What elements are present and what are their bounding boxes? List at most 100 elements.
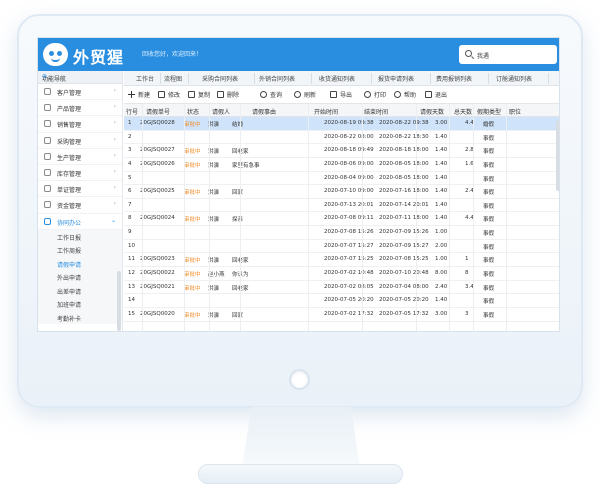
tab-item[interactable]: 采购合同列表 — [202, 74, 238, 83]
column-header[interactable]: 结束时间 — [364, 107, 388, 116]
column-header[interactable]: 请假事由 — [252, 107, 276, 116]
sidebar-item[interactable]: 销售管理 › — [38, 116, 122, 133]
sidebar-scrollbar[interactable] — [117, 271, 121, 331]
column-header[interactable]: 状态 — [187, 107, 199, 116]
table-scrollbar[interactable] — [556, 121, 559, 191]
toolbar-button[interactable]: 复制 — [188, 90, 210, 99]
chevron-right-icon: › — [113, 135, 116, 143]
table-row[interactable]: 15 20GJSQ0020 审批中 洪濞 回家 2020-07-02 17:32 2020-… — [124, 308, 559, 322]
toolbar-button[interactable]: 查询 — [260, 90, 282, 99]
table-row[interactable]: 2 2020-08-22 08:00 2020-08-22 18:30 1.40 事假 — [124, 131, 559, 145]
tab-item[interactable]: 外销合同列表 — [259, 74, 295, 83]
logo-icon — [43, 43, 68, 66]
sidebar-subitem[interactable]: 加班申请 — [38, 297, 122, 311]
table-row[interactable]: 9 2020-07-08 15:26 2020-07-09 15:26 1.00 事假 — [124, 226, 559, 240]
toolbar-button[interactable]: 导出 — [330, 90, 352, 99]
table-row[interactable]: 1120GJSQ0023审批中洪濞回老家2020-07-07 15:252020… — [124, 253, 559, 268]
cell-start: 2020-08-19 09:38 — [324, 120, 374, 126]
customer-icon — [44, 88, 51, 95]
plus-icon — [128, 91, 135, 98]
column-header[interactable]: 请假天数 — [420, 107, 444, 116]
cell-days: 1.40 — [435, 133, 448, 140]
column-header[interactable]: 行号 — [126, 107, 138, 116]
sidebar-subitem[interactable]: 工作日报 — [38, 229, 122, 244]
cell-days: 1.40 — [435, 215, 448, 222]
cell-type: 事假 — [483, 285, 495, 292]
column-header[interactable]: 开始时间 — [314, 107, 338, 116]
sidebar-item[interactable]: 资金管理 › — [38, 197, 122, 214]
sidebar-subitem-label: 加班申请 — [57, 302, 82, 310]
tab-item[interactable]: 流程图 — [164, 74, 182, 83]
toolbar-button[interactable]: 刷新 — [294, 90, 316, 99]
tab-item[interactable]: 收货通知列表 — [319, 74, 355, 83]
tab-item[interactable]: 订舱通知列表 — [496, 74, 532, 83]
table-row[interactable]: 14 2020-07-05 20:20 2020-07-05 20:20 1.40 事假 — [124, 294, 559, 308]
cell-status: 审批中 — [184, 217, 201, 224]
column-header[interactable]: 假期类型 — [477, 107, 501, 116]
table-row[interactable]: 7 2020-07-13 20:01 2020-07-14 20:01 1.40 事假 — [124, 199, 559, 213]
column-header[interactable]: 请假单号 — [146, 107, 170, 116]
monitor-base — [198, 464, 403, 484]
cell-n: 2 — [128, 133, 132, 140]
table-row[interactable]: 1220GJSQ0022审批中赵小燕你认为2020-07-02 10:48202… — [124, 267, 559, 281]
toolbar-button[interactable]: 新建 — [128, 90, 150, 99]
column-header[interactable]: 总天数 — [454, 107, 472, 116]
column-divider — [416, 104, 417, 331]
table-row[interactable]: 10 2020-07-07 15:27 2020-07-09 15:27 2.00 事假 — [124, 240, 559, 254]
column-divider — [362, 104, 363, 331]
table-row[interactable]: 8 20GJSQ0024 审批中 洪濞 探亲 2020-07-08 09:11 2020-0… — [124, 212, 559, 227]
sidebar-subitem[interactable]: 工作周报 — [38, 243, 122, 257]
sidebar-header: 功能导航 ⊕ — [38, 71, 122, 84]
search-input[interactable]: 我遇 — [459, 45, 557, 64]
finance-icon — [44, 201, 51, 209]
sidebar-item[interactable]: 采购管理 › — [38, 133, 122, 149]
table-row[interactable]: 5 2020-08-04 09:00 2020-08-05 18:00 1.40 事假 — [124, 172, 559, 186]
main-panel: 工作台 流程图 采购合同列表 外销合同列表 收货通知列表 报货申请列表 费用报销列表 订舱通知… — [124, 71, 559, 331]
tab-separator — [188, 73, 189, 84]
tab-separator — [160, 73, 161, 84]
table-row[interactable]: 1 20GJSQ0028 审批中 洪濞 结婚 2020-08-19 09:38 2020-0… — [124, 117, 559, 131]
sidebar-item-label: 客户管理 — [57, 90, 82, 97]
sidebar-subitem[interactable]: 外出申请 — [38, 270, 122, 284]
tab-separator — [311, 73, 312, 84]
toolbar-button[interactable]: 帮助 — [394, 90, 416, 99]
toolbar-button[interactable]: 修改 — [158, 90, 180, 99]
purchase-icon — [44, 136, 51, 144]
column-divider — [240, 104, 241, 331]
sidebar-item[interactable]: 客户管理 › — [38, 84, 122, 101]
column-divider — [209, 104, 210, 331]
toolbar-button[interactable]: 删除 — [217, 90, 239, 99]
column-header[interactable]: 请假人 — [212, 107, 230, 116]
toolbar-button-label: 退出 — [435, 92, 448, 99]
table-header: 行号 请假单号 状态 请假人 请假事由 开始时间 结束时间 请假天数 总天数 假期类型 职位 — [124, 104, 559, 117]
sidebar-subitem[interactable]: 请假申请 — [38, 256, 122, 271]
sidebar-item[interactable]: 产品管理 › — [38, 100, 122, 117]
toolbar-button[interactable]: 退出 — [425, 90, 447, 99]
cell-type: 事假 — [483, 312, 495, 319]
tab-item[interactable]: 工作台 — [136, 74, 154, 83]
tab-item[interactable]: 费用报销列表 — [436, 74, 472, 83]
inventory-icon — [44, 168, 51, 176]
cell-no: 20GJSQ0026 — [140, 160, 175, 167]
sidebar-subitem[interactable]: 考勤补卡 — [38, 310, 122, 325]
sidebar-subitem[interactable]: 出差申请 — [38, 283, 122, 298]
pin-icon[interactable]: ⊕ — [42, 73, 116, 80]
cell-person: 赵小燕 — [208, 272, 225, 279]
table-row[interactable]: 4 20GJSQ0026 审批中 洪濞 家里有急事 2020-08-06 09:00 202… — [124, 158, 559, 172]
sidebar-item[interactable]: 库存管理 › — [38, 165, 122, 182]
tab-item[interactable]: 报货申请列表 — [378, 74, 414, 83]
cell-no: 20GJSQ0025 — [140, 188, 175, 195]
search-icon[interactable] — [465, 50, 472, 57]
table-row[interactable]: 1320GJSQ0021审批中洪濞回老家2020-07-02 08:052020… — [124, 281, 559, 295]
sidebar-item[interactable]: 单证管理 › — [38, 181, 122, 198]
table-row[interactable]: 320GJSQ0027审批中洪濞回老家2020-08-18 09:492020-… — [124, 144, 559, 158]
table-body: 1 20GJSQ0028 审批中 洪濞 结婚 2020-08-19 09:38 2020-0… — [124, 117, 559, 322]
sidebar-item[interactable]: 协同办公 ⌄ — [38, 214, 122, 230]
sidebar-item[interactable]: 生产管理 › — [38, 149, 122, 165]
column-header[interactable]: 职位 — [509, 107, 521, 116]
column-divider — [473, 104, 474, 331]
table-row[interactable]: 6 20GJSQ0025 审批中 洪濞 回家 2020-07-10 09:00 2020-0… — [124, 185, 559, 199]
toolbar-button[interactable]: 打印 — [364, 90, 386, 99]
toolbar-button-label: 查询 — [270, 92, 283, 99]
cell-reason: 探亲 — [232, 217, 244, 224]
